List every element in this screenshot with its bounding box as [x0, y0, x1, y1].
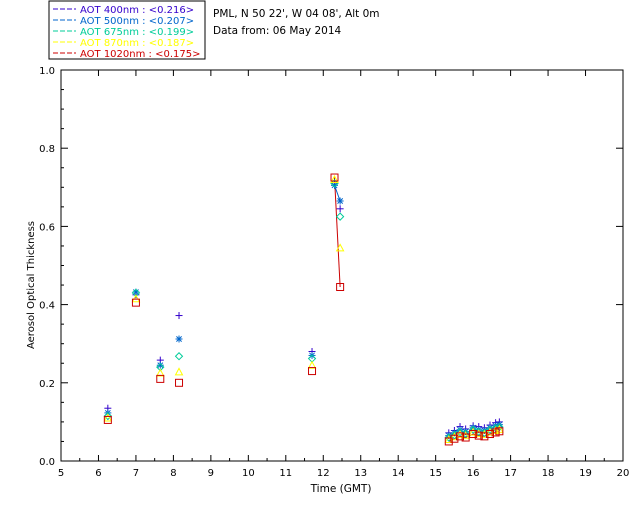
y-axis-label: Aerosol Optical Thickness	[26, 221, 37, 349]
legend-label: AOT 1020nm : <0.175>	[80, 49, 200, 60]
chart-figure: AOT 400nm : <0.216> AOT 500nm : <0.207> AO…	[0, 0, 640, 512]
date-info-text: Data from: 06 May 2014	[213, 25, 342, 37]
diamond-marker	[174, 352, 184, 361]
asterisk-marker	[175, 335, 183, 343]
y-tick-label: 0.0	[39, 457, 55, 468]
x-tick-label: 11	[279, 468, 292, 479]
y-tick-label: 0.8	[39, 144, 55, 155]
triangle-marker	[174, 367, 184, 376]
asterisk-marker	[495, 421, 503, 429]
x-tick-label: 9	[208, 468, 214, 479]
legend-label: AOT 500nm : <0.207>	[80, 16, 194, 27]
x-tick-label: 7	[133, 468, 139, 479]
site-info-text: PML, N 50 22', W 04 08', Alt 0m	[213, 8, 380, 20]
x-tick-label: 18	[542, 468, 555, 479]
y-tick-label: 0.6	[39, 222, 55, 233]
data-markers	[103, 173, 504, 446]
plot-axes: 5 6 7 8 9 10 11 12 13 14 15 16 17 18 19 20 0.0 0.2 0.4 0.6 0…	[39, 66, 629, 479]
y-tick-label: 0.2	[39, 379, 55, 390]
legend-label: AOT 675nm : <0.199>	[80, 27, 194, 38]
x-tick-label: 6	[95, 468, 101, 479]
plus-marker	[175, 312, 183, 320]
y-tick-label: 0.4	[39, 301, 55, 312]
diamond-marker	[335, 212, 345, 221]
x-tick-label: 10	[242, 468, 255, 479]
legend: AOT 400nm : <0.216>AOT 500nm : <0.207>AO…	[48, 0, 206, 60]
x-tick-label: 19	[579, 468, 592, 479]
x-tick-label: 16	[467, 468, 480, 479]
x-tick-label: 20	[617, 468, 630, 479]
x-tick-label: 13	[354, 468, 367, 479]
series-lines	[334, 177, 500, 442]
x-tick-label: 8	[170, 468, 176, 479]
triangle-marker	[131, 294, 141, 303]
legend-label: AOT 400nm : <0.216>	[80, 5, 194, 16]
plot-frame	[60, 69, 624, 462]
x-tick-label: 12	[317, 468, 330, 479]
legend-label: AOT 870nm : <0.187>	[80, 38, 194, 49]
square-marker	[175, 378, 184, 387]
chart-svg: AOT 400nm : <0.216>AOT 500nm : <0.207>AO…	[26, 0, 629, 495]
x-tick-label: 15	[429, 468, 442, 479]
plus-marker	[336, 205, 344, 213]
asterisk-marker	[336, 197, 344, 205]
x-axis-label: Time (GMT)	[310, 483, 372, 495]
y-tick-label: 1.0	[39, 66, 55, 77]
x-tick-label: 5	[58, 468, 64, 479]
x-tick-label: 17	[504, 468, 517, 479]
x-tick-label: 14	[392, 468, 405, 479]
